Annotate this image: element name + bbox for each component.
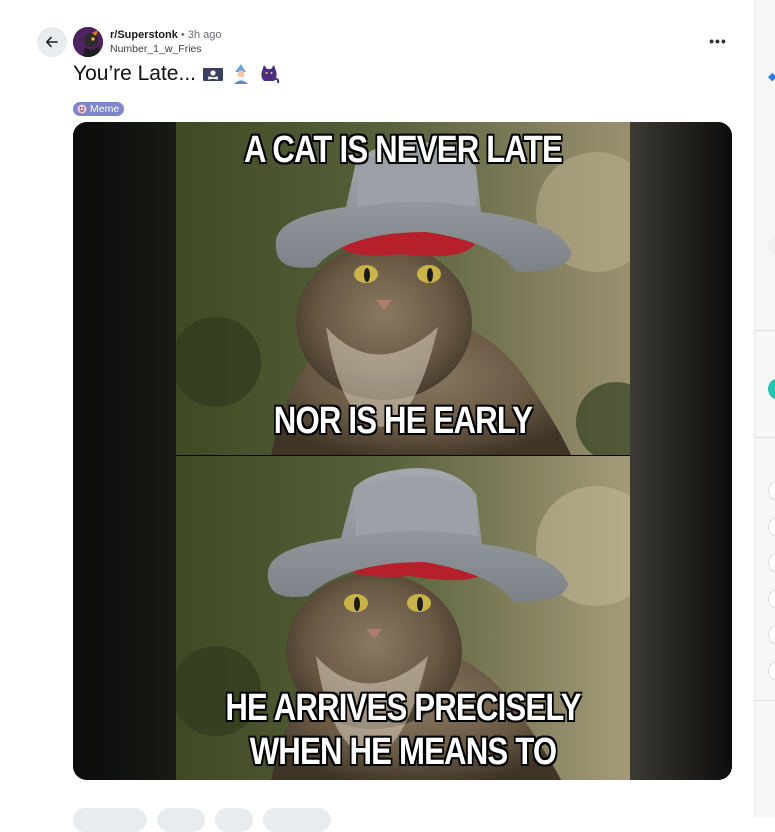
meme-caption-2-top: HE ARRIVES PRECISELY bbox=[225, 687, 581, 729]
image-blur-left bbox=[73, 122, 176, 780]
sidebar-partial: ◆ bbox=[754, 0, 775, 818]
post-action-bar bbox=[73, 808, 331, 832]
post-meta: r/Superstonk • 3h ago Number_1_w_Fries bbox=[110, 28, 222, 56]
post-flair[interactable]: Meme bbox=[73, 102, 125, 116]
sidebar-badge-fragment: ◆ bbox=[768, 70, 775, 83]
flair-label: Meme bbox=[90, 103, 120, 115]
meme-caption-2-bottom: WHEN HE MEANS TO bbox=[249, 731, 557, 773]
meme-panel-top: A CAT IS NEVER LATE NOR IS HE EARLY bbox=[176, 122, 630, 455]
post-time: 3h ago bbox=[187, 29, 222, 41]
sidebar-divider bbox=[755, 330, 775, 331]
meme-caption-1-bottom: NOR IS HE EARLY bbox=[273, 400, 533, 442]
subreddit-avatar[interactable] bbox=[73, 27, 103, 57]
more-options-button[interactable]: ••• bbox=[704, 30, 732, 52]
post-image[interactable]: A CAT IS NEVER LATE NOR IS HE EARLY HE A… bbox=[73, 122, 732, 780]
meme-panel-bottom: HE ARRIVES PRECISELY WHEN HE MEANS TO bbox=[176, 456, 630, 780]
subreddit-link[interactable]: r/Superstonk bbox=[110, 29, 178, 41]
meme-caption-1-top: A CAT IS NEVER LATE bbox=[244, 129, 563, 171]
share-button[interactable] bbox=[263, 808, 331, 832]
sidebar-item-circle[interactable] bbox=[768, 625, 775, 645]
post-main-column: r/Superstonk • 3h ago Number_1_w_Fries •… bbox=[0, 0, 754, 832]
award-button[interactable] bbox=[215, 808, 253, 832]
black-cat-icon bbox=[261, 65, 280, 84]
sidebar-item-circle[interactable] bbox=[768, 517, 775, 537]
author-link[interactable]: Number_1_w_Fries bbox=[110, 42, 222, 56]
sidebar-divider-2 bbox=[755, 437, 775, 438]
sidebar-divider-3 bbox=[755, 700, 775, 701]
post-title: You’re Late... bbox=[73, 60, 280, 88]
sidebar-item-circle[interactable] bbox=[768, 481, 775, 501]
arrow-left-icon bbox=[46, 36, 58, 48]
vote-button[interactable] bbox=[73, 808, 147, 832]
pirate-flag-icon bbox=[203, 68, 223, 81]
superstonk-logo-icon bbox=[73, 27, 103, 57]
sidebar-item-circle[interactable] bbox=[768, 589, 775, 609]
sidebar-item-circle[interactable] bbox=[768, 661, 775, 681]
sidebar-button-fragment[interactable] bbox=[768, 236, 775, 256]
post-title-text: You’re Late... bbox=[73, 62, 196, 85]
image-blur-right bbox=[630, 122, 732, 780]
meta-separator: • bbox=[180, 29, 185, 41]
comments-button[interactable] bbox=[157, 808, 205, 832]
wizard-icon bbox=[234, 64, 248, 84]
back-button[interactable] bbox=[37, 27, 67, 57]
sidebar-avatar-fragment[interactable] bbox=[768, 378, 775, 400]
meme-face-icon bbox=[77, 104, 87, 114]
sidebar-item-circle[interactable] bbox=[768, 553, 775, 573]
meme-image: A CAT IS NEVER LATE NOR IS HE EARLY HE A… bbox=[176, 122, 630, 780]
ellipsis-icon: ••• bbox=[709, 33, 727, 49]
